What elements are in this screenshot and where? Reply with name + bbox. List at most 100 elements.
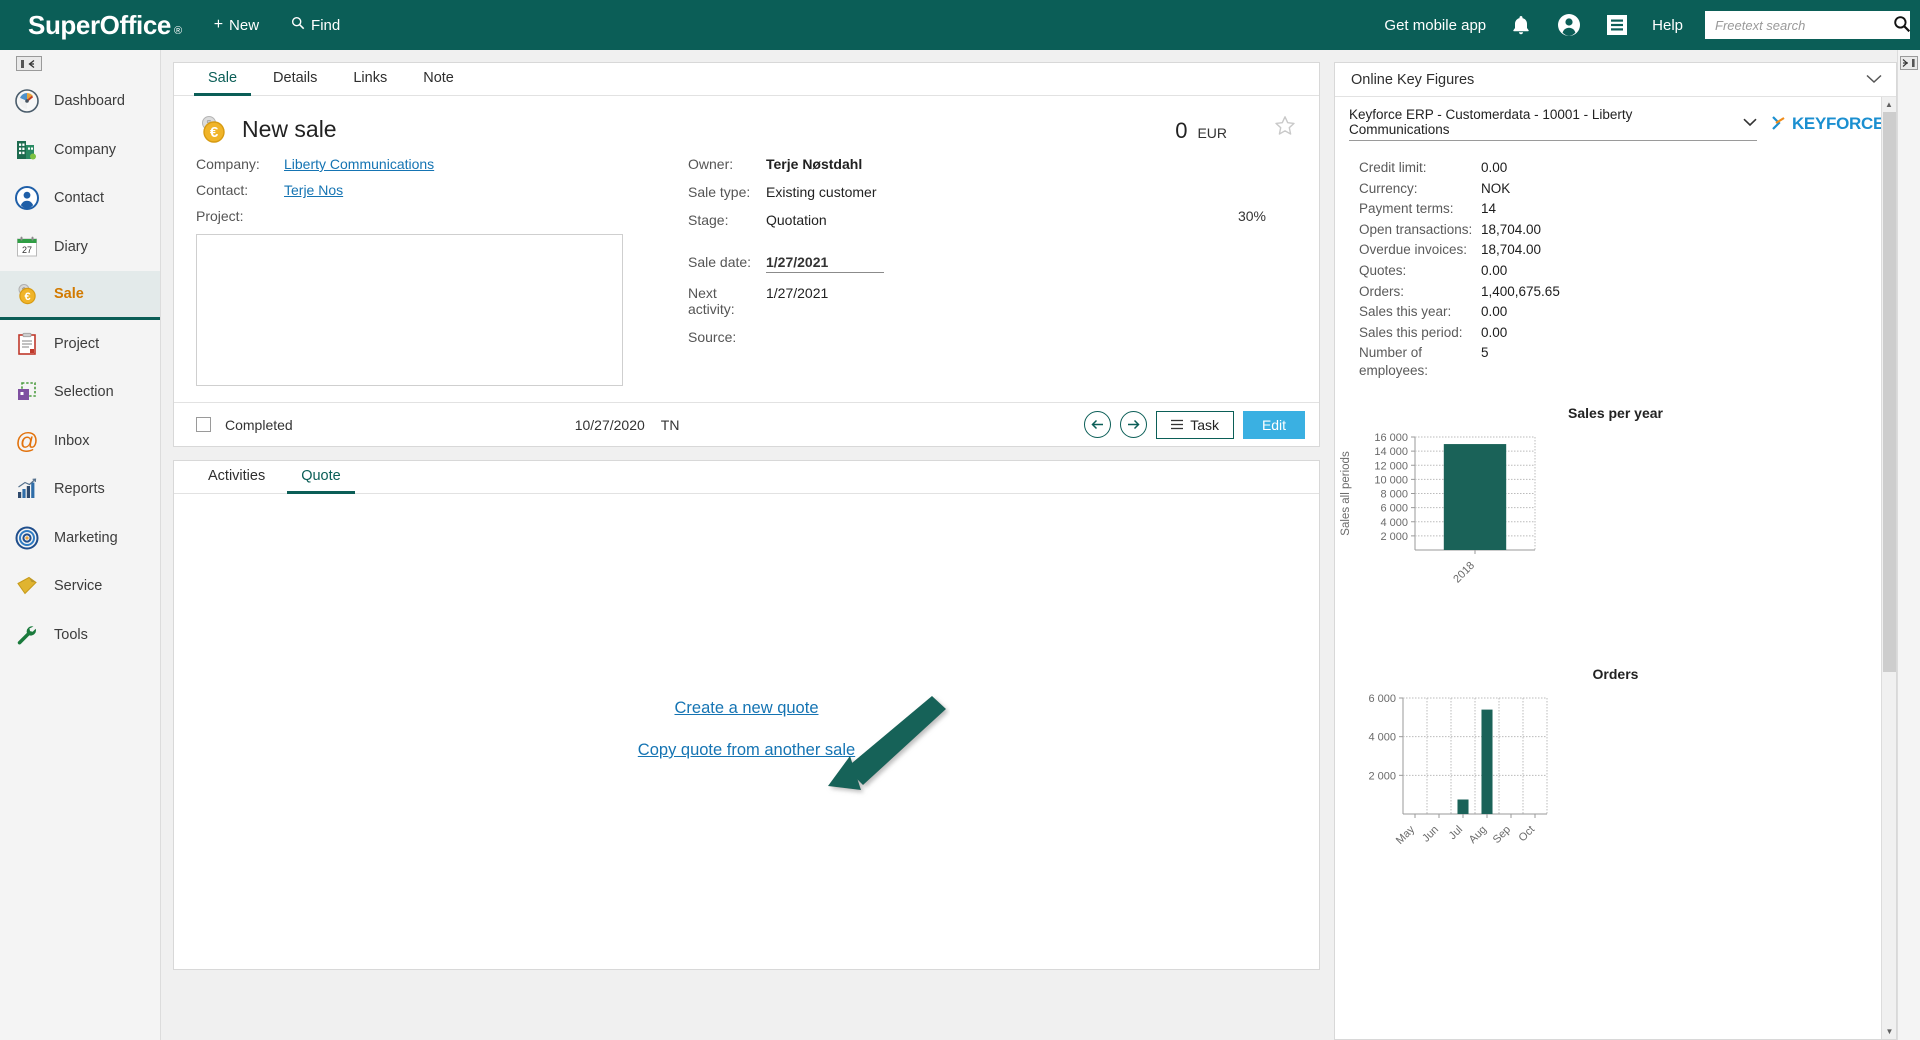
tab-activities[interactable]: Activities (194, 461, 279, 494)
sidebar-item-inbox[interactable]: @ Inbox (0, 417, 160, 466)
user-profile-icon[interactable] (1556, 12, 1582, 38)
bar-chart-icon (14, 476, 40, 502)
sidebar-item-marketing[interactable]: Marketing (0, 514, 160, 563)
sidebar-item-label: Reports (54, 481, 105, 498)
arrow-left-icon[interactable] (1084, 411, 1112, 438)
scrollbar-thumb[interactable] (1883, 112, 1896, 672)
superoffice-logo[interactable]: SuperOffice ® (28, 10, 182, 41)
field-project: Project: (196, 208, 666, 224)
person-icon (14, 185, 40, 211)
field-label: Next activity: (688, 285, 735, 317)
field-sale-type: Sale type: Existing customer (688, 184, 1158, 200)
key-figure-label: Orders: (1359, 283, 1405, 299)
key-figure-label: Overdue invoices: (1359, 242, 1468, 258)
key-figure-label: Number of employees: (1359, 345, 1429, 379)
help-link[interactable]: Help (1652, 17, 1683, 34)
logo-text: SuperOffice (28, 9, 171, 40)
company-link[interactable]: Liberty Communications (284, 156, 434, 172)
find-button[interactable]: Find (291, 16, 340, 35)
sidebar-item-sale[interactable]: $€ Sale (0, 271, 160, 320)
at-sign-icon: @ (14, 428, 40, 454)
quote-card-tabs: Activities Quote (174, 461, 1319, 494)
key-figure-row: Payment terms: 14 (1359, 200, 1896, 218)
key-figure-label: Quotes: (1359, 262, 1407, 278)
sidebar-item-reports[interactable]: Reports (0, 465, 160, 514)
edit-button[interactable]: Edit (1243, 410, 1305, 439)
panel-scrollbar[interactable]: ▲ ▼ (1881, 97, 1896, 1039)
wrench-icon (14, 622, 40, 648)
sidebar-collapse-icon[interactable] (16, 56, 42, 71)
copy-quote-link[interactable]: Copy quote from another sale (638, 741, 855, 760)
clipboard-icon (14, 331, 40, 357)
magnifier-icon (291, 16, 305, 35)
key-figure-row: Sales this period: 0.00 (1359, 324, 1896, 342)
sidebar-collapse-row (0, 50, 160, 77)
coin-euro-icon: $€ (14, 281, 40, 307)
sidebar-item-service[interactable]: Service (0, 562, 160, 611)
sale-date-input[interactable]: 1/27/2021 (766, 254, 884, 273)
panel-expand-icon[interactable] (1900, 56, 1918, 70)
key-figure-label: Credit limit: (1359, 160, 1427, 175)
svg-text:4 000: 4 000 (1380, 517, 1408, 529)
tab-note[interactable]: Note (409, 63, 468, 96)
sidebar-item-label: Project (54, 335, 100, 352)
sidebar-item-selection[interactable]: Selection (0, 368, 160, 417)
chevron-down-icon[interactable] (1866, 72, 1882, 87)
sale-description-textarea[interactable] (196, 234, 623, 386)
field-label: Contact: (196, 182, 249, 198)
task-button[interactable]: Task (1156, 410, 1234, 439)
sidebar-item-diary[interactable]: 27 Diary (0, 223, 160, 272)
key-figure-row: Sales this year: 0.00 (1359, 303, 1896, 321)
create-new-quote-link[interactable]: Create a new quote (674, 699, 818, 718)
notifications-bell-icon[interactable] (1508, 12, 1534, 38)
chevron-down-icon[interactable] (1743, 115, 1757, 130)
form-spacer (688, 240, 1158, 254)
sidebar-item-project[interactable]: Project (0, 320, 160, 369)
coin-euro-icon: $€ (196, 112, 230, 146)
scroll-up-arrow-icon[interactable]: ▲ (1882, 97, 1896, 112)
top-navigation-bar: SuperOffice ® + New Find Get mobile app H… (0, 0, 1920, 50)
new-button-label: New (229, 16, 260, 34)
sidebar-item-tools[interactable]: Tools (0, 611, 160, 660)
tab-details[interactable]: Details (259, 63, 331, 96)
sidebar-item-label: Selection (54, 384, 114, 401)
contact-link[interactable]: Terje Nos (284, 182, 343, 198)
scroll-down-arrow-icon[interactable]: ▼ (1882, 1024, 1897, 1039)
sale-form-body: Company: Liberty Communications Contact:… (174, 152, 1319, 402)
svg-text:12 000: 12 000 (1374, 460, 1408, 472)
key-figure-value: 18,704.00 (1481, 242, 1542, 258)
tab-sale[interactable]: Sale (194, 63, 252, 96)
key-figure-value: 0.00 (1481, 262, 1508, 278)
sidebar-item-contact[interactable]: Contact (0, 174, 160, 223)
key-figure-label: Currency: (1359, 180, 1418, 196)
field-company: Company: Liberty Communications (196, 156, 666, 172)
favorite-star-icon[interactable] (1273, 114, 1297, 138)
search-input[interactable] (1715, 17, 1893, 33)
sidebar-item-label: Dashboard (54, 93, 125, 110)
task-button-label: Task (1190, 416, 1219, 433)
svg-text:14 000: 14 000 (1374, 446, 1408, 458)
arrow-right-icon[interactable] (1120, 411, 1148, 438)
key-figure-label: Sales this period: (1359, 324, 1463, 340)
tab-links[interactable]: Links (339, 63, 401, 96)
completed-checkbox[interactable] (196, 417, 211, 432)
key-figure-row: Quotes: 0.00 (1359, 262, 1896, 280)
field-label: Source: (688, 329, 737, 345)
charts-container: Sales per year 2 000 4 000 6 000 8 000 10 00… (1335, 383, 1896, 879)
key-figure-value: 14 (1481, 201, 1497, 217)
erp-source-dropdown[interactable]: Keyforce ERP - Customerdata - 10001 - Li… (1349, 107, 1757, 141)
sidebar-item-company[interactable]: Company (0, 126, 160, 175)
search-submit-icon[interactable] (1893, 15, 1911, 36)
sidebar-item-dashboard[interactable]: Dashboard (0, 77, 160, 126)
online-key-figures-panel: Online Key Figures Keyforce ERP - Custom… (1334, 62, 1897, 1040)
tab-quote[interactable]: Quote (287, 461, 355, 494)
new-button[interactable]: + New (214, 16, 259, 34)
menu-hamburger-icon[interactable] (1604, 12, 1630, 38)
get-mobile-app-link[interactable]: Get mobile app (1384, 17, 1486, 34)
freetext-search-box[interactable] (1705, 11, 1911, 39)
field-label: Owner: (688, 156, 734, 172)
gauge-icon (14, 88, 40, 114)
svg-text:May: May (1394, 823, 1418, 847)
svg-text:Aug: Aug (1467, 824, 1489, 846)
key-figure-value: 0.00 (1481, 324, 1508, 340)
